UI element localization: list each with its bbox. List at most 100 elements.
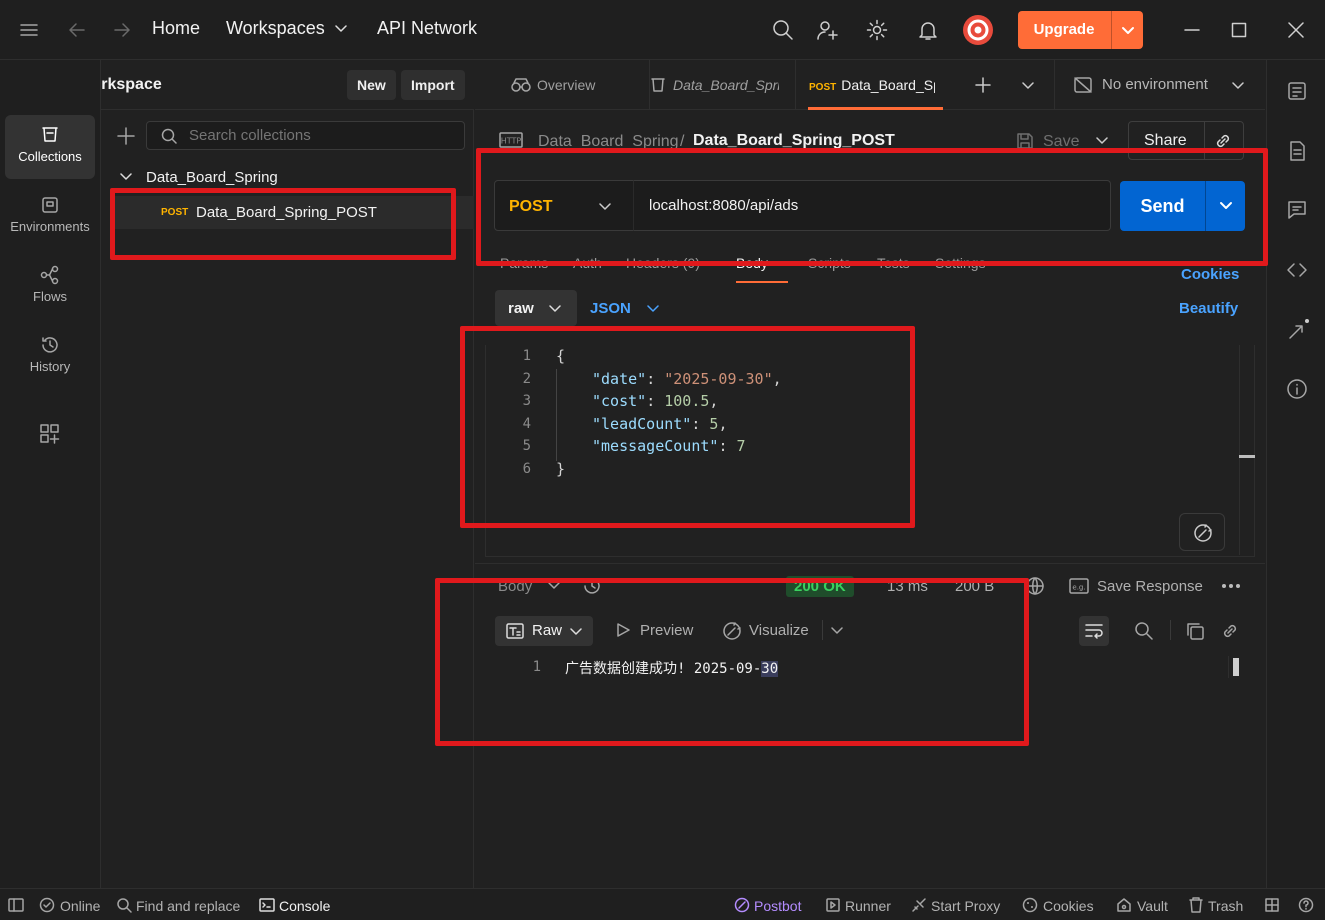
annotation-box xyxy=(110,188,456,260)
upgrade-button[interactable]: Upgrade xyxy=(1018,11,1143,49)
postbot-assist-button[interactable] xyxy=(1179,513,1225,551)
documentation-icon[interactable] xyxy=(1286,140,1308,162)
body-language-select[interactable]: JSON xyxy=(590,300,631,317)
back-arrow-icon[interactable] xyxy=(68,21,86,39)
postbot-button[interactable]: Postbot xyxy=(754,898,801,914)
annotation-box xyxy=(476,148,1268,266)
right-rail xyxy=(1266,60,1325,888)
scrollbar-thumb[interactable] xyxy=(1233,658,1239,676)
link-icon[interactable] xyxy=(1220,621,1240,641)
close-window-icon[interactable] xyxy=(1288,22,1304,38)
rail-item-environments[interactable]: Environments xyxy=(5,185,95,249)
tab-request-2[interactable]: POST Data_Board_Sp xyxy=(795,60,935,110)
history-icon xyxy=(42,337,58,353)
rail-label: Collections xyxy=(18,149,82,164)
more-options-icon[interactable] xyxy=(1221,583,1241,589)
trash-button[interactable]: Trash xyxy=(1208,898,1243,914)
upgrade-label: Upgrade xyxy=(1033,21,1095,38)
search-collections-input[interactable] xyxy=(146,121,465,150)
nav-api-network[interactable]: API Network xyxy=(377,18,477,39)
save-example-icon[interactable]: e.g. xyxy=(1069,577,1089,595)
wrap-lines-button[interactable] xyxy=(1079,616,1109,646)
find-replace-button[interactable]: Find and replace xyxy=(136,898,240,914)
chevron-down-icon[interactable] xyxy=(120,172,132,182)
avatar[interactable] xyxy=(962,14,994,46)
runner-button[interactable]: Runner xyxy=(845,898,891,914)
tab-overview[interactable]: Overview xyxy=(511,60,631,110)
scrollbar-thumb[interactable] xyxy=(1239,455,1255,458)
beautify-button[interactable]: Beautify xyxy=(1179,300,1238,317)
response-scrollbar[interactable] xyxy=(1228,656,1242,678)
console-icon xyxy=(259,898,275,912)
chevron-down-icon[interactable] xyxy=(1022,81,1034,91)
minimize-window-icon[interactable] xyxy=(1184,22,1200,38)
proxy-icon xyxy=(912,898,926,912)
related-collections-icon[interactable] xyxy=(1286,318,1310,342)
chevron-down-icon[interactable] xyxy=(335,24,347,34)
maximize-window-icon[interactable] xyxy=(1231,22,1247,38)
editor-scrollbar[interactable] xyxy=(1239,345,1255,555)
tab-bar: Overview Data_Board_Spri POST Data_Board_… xyxy=(475,60,1265,110)
cookie-icon xyxy=(1022,897,1038,913)
start-proxy-button[interactable]: Start Proxy xyxy=(931,898,1000,914)
rail-item-flows[interactable]: Flows xyxy=(5,255,95,319)
divider xyxy=(1170,620,1171,640)
online-check-icon xyxy=(39,897,55,913)
nav-home[interactable]: Home xyxy=(152,18,200,39)
copy-icon[interactable] xyxy=(1185,621,1205,641)
code-icon[interactable] xyxy=(1286,259,1308,281)
chevron-down-icon[interactable] xyxy=(1096,136,1108,146)
body-mode-select[interactable]: raw xyxy=(495,290,577,326)
vault-button[interactable]: Vault xyxy=(1137,898,1168,914)
method-badge: POST xyxy=(809,82,837,93)
layout-grid-icon[interactable] xyxy=(1265,898,1279,912)
collections-icon xyxy=(651,78,665,92)
tab-request-1[interactable]: Data_Board_Spri xyxy=(649,60,779,110)
chevron-down-icon[interactable] xyxy=(647,304,659,314)
upgrade-divider xyxy=(1111,11,1112,49)
top-bar: Home Workspaces API Network Upgrade xyxy=(0,0,1325,60)
chevron-down-icon[interactable] xyxy=(1232,81,1244,91)
rail-label: Environments xyxy=(10,219,90,234)
left-rail: Collections Environments Flows History xyxy=(0,60,101,888)
search-icon xyxy=(117,898,132,913)
online-status[interactable]: Online xyxy=(60,898,100,914)
notification-bell-icon[interactable] xyxy=(917,19,939,41)
settings-gear-icon[interactable] xyxy=(866,19,888,41)
help-icon[interactable] xyxy=(1298,897,1314,913)
svg-text:HTTP: HTTP xyxy=(501,137,522,146)
nav-workspaces[interactable]: Workspaces xyxy=(226,18,325,39)
search-icon[interactable] xyxy=(1134,621,1154,641)
response-divider xyxy=(475,563,1265,564)
environments-icon xyxy=(42,197,58,213)
no-environment-icon xyxy=(1074,77,1092,93)
trash-icon xyxy=(1189,897,1203,913)
new-button[interactable]: New xyxy=(347,70,396,100)
invite-user-icon[interactable] xyxy=(816,19,838,41)
rail-item-collections[interactable]: Collections xyxy=(5,115,95,179)
collection-name[interactable]: Data_Board_Spring xyxy=(146,169,278,186)
annotation-box xyxy=(460,326,915,528)
toggle-sidebar-icon[interactable] xyxy=(8,898,24,912)
comments-icon[interactable] xyxy=(1286,199,1308,221)
add-tab-icon[interactable] xyxy=(975,77,991,93)
active-tab-indicator xyxy=(808,107,943,110)
search-icon[interactable] xyxy=(772,19,794,41)
api-docs-icon[interactable] xyxy=(1286,80,1308,102)
chevron-down-icon[interactable] xyxy=(1121,26,1135,36)
vault-icon xyxy=(1117,898,1131,912)
add-collection-icon[interactable] xyxy=(117,127,135,145)
add-app-icon[interactable] xyxy=(39,423,61,445)
save-response-button[interactable]: Save Response xyxy=(1097,578,1203,595)
info-icon[interactable] xyxy=(1286,378,1308,400)
cookies-button[interactable]: Cookies xyxy=(1043,898,1094,914)
cookies-link[interactable]: Cookies xyxy=(1181,266,1239,283)
environment-selector[interactable]: No environment xyxy=(1102,76,1208,93)
body-tab-indicator xyxy=(736,281,788,283)
console-button[interactable]: Console xyxy=(279,898,330,914)
body-mode-value: raw xyxy=(508,300,534,317)
rail-item-history[interactable]: History xyxy=(5,325,95,389)
import-button[interactable]: Import xyxy=(401,70,465,100)
menu-icon[interactable] xyxy=(20,22,38,38)
forward-arrow-icon[interactable] xyxy=(113,21,131,39)
